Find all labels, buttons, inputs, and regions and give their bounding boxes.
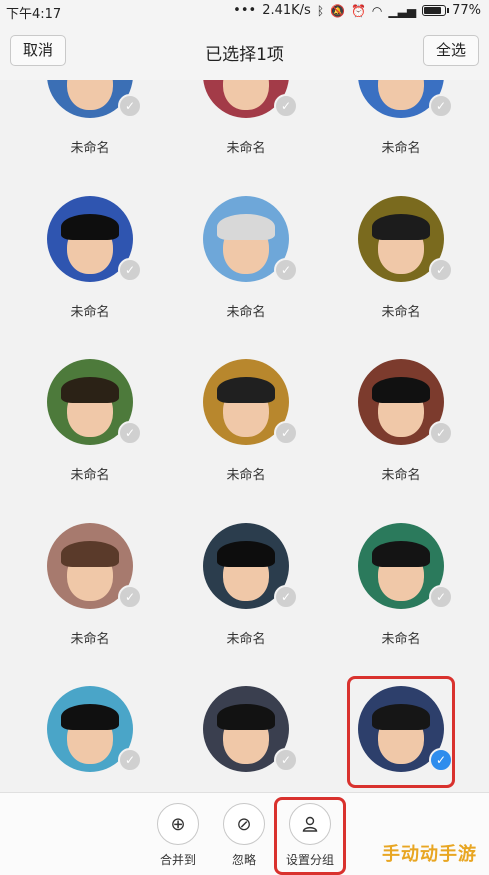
face-image bbox=[372, 214, 430, 274]
face-item[interactable]: ✓ 未命名 bbox=[30, 190, 150, 340]
face-name: 未命名 bbox=[381, 632, 421, 647]
face-name: 未命名 bbox=[70, 141, 110, 156]
unchecked-icon[interactable]: ✓ bbox=[429, 258, 453, 282]
unchecked-icon[interactable]: ✓ bbox=[274, 585, 298, 609]
face-image bbox=[372, 377, 430, 437]
face-name: 未命名 bbox=[226, 141, 266, 156]
bottom-action-bar: ⊕ 合并到 ⊘ 忽略 设置分组 手动动手游 bbox=[0, 792, 489, 875]
face-image bbox=[217, 377, 275, 437]
alarm-icon: ⏰ bbox=[350, 3, 366, 18]
signal-icon: ▁▃▅ bbox=[388, 3, 417, 18]
notification-dots: ••• bbox=[233, 3, 257, 18]
network-speed: 2.41K/s bbox=[262, 3, 311, 18]
unchecked-icon[interactable]: ✓ bbox=[429, 94, 453, 118]
status-right: ••• 2.41K/s ᛒ 🔕 ⏰ ◠ ▁▃▅ 77% bbox=[233, 3, 481, 18]
face-image bbox=[61, 377, 119, 437]
face-item[interactable]: ✓ 未命名 bbox=[341, 80, 461, 176]
battery-fill bbox=[424, 7, 442, 14]
status-bar: 下午4:17 ••• 2.41K/s ᛒ 🔕 ⏰ ◠ ▁▃▅ 77% bbox=[0, 0, 489, 22]
unchecked-icon[interactable]: ✓ bbox=[274, 748, 298, 772]
face-item[interactable]: ✓ 未命名 bbox=[341, 353, 461, 503]
unchecked-icon[interactable]: ✓ bbox=[118, 94, 142, 118]
face-image bbox=[61, 704, 119, 764]
merge-action[interactable]: ⊕ 合并到 bbox=[143, 803, 213, 868]
face-item[interactable]: ✓ 未命名 bbox=[186, 190, 306, 340]
face-item[interactable]: ✓未命名 bbox=[186, 680, 306, 792]
unchecked-icon[interactable]: ✓ bbox=[429, 421, 453, 445]
face-name: 未命名 bbox=[70, 632, 110, 647]
battery-icon bbox=[422, 5, 450, 16]
face-image bbox=[217, 541, 275, 601]
ignore-action[interactable]: ⊘ 忽略 bbox=[209, 803, 279, 868]
mute-bell-icon: 🔕 bbox=[330, 3, 345, 18]
face-item[interactable]: ✓未命名 bbox=[30, 680, 150, 792]
unchecked-icon[interactable]: ✓ bbox=[274, 258, 298, 282]
face-image bbox=[217, 704, 275, 764]
ignore-label: 忽略 bbox=[231, 853, 256, 867]
face-name: 未命名 bbox=[381, 141, 421, 156]
face-image bbox=[61, 541, 119, 601]
merge-label: 合并到 bbox=[159, 853, 196, 867]
face-image bbox=[217, 214, 275, 274]
highlight-frame-group bbox=[274, 797, 346, 875]
selection-header: 取消 已选择1项 全选 bbox=[0, 22, 489, 80]
unchecked-icon[interactable]: ✓ bbox=[274, 421, 298, 445]
unchecked-icon[interactable]: ✓ bbox=[118, 258, 142, 282]
face-image bbox=[223, 80, 269, 110]
face-name: 未命名 bbox=[70, 468, 110, 483]
face-item[interactable]: ✓ 未命名 bbox=[186, 80, 306, 176]
face-item[interactable]: ✓ 未命名 bbox=[186, 353, 306, 503]
face-item[interactable]: ✓ 未命名 bbox=[341, 190, 461, 340]
unchecked-icon[interactable]: ✓ bbox=[274, 94, 298, 118]
face-item[interactable]: ✓ 未命名 bbox=[186, 517, 306, 667]
face-grid: ✓ 未命名 ✓ 未命名 ✓ 未命名 ✓ 未命名 ✓ 未命名 ✓ 未命名 ✓ 未命名 ✓ 未命名 ✓ 未命名 ✓ 未命名… bbox=[0, 80, 489, 792]
add-circle-icon: ⊕ bbox=[157, 803, 199, 845]
battery-percent: 77% bbox=[452, 3, 481, 18]
wifi-icon: ◠ bbox=[371, 3, 383, 18]
face-image bbox=[67, 80, 113, 110]
ignore-icon: ⊘ bbox=[223, 803, 265, 845]
face-item[interactable]: ✓ 未命名 bbox=[341, 517, 461, 667]
highlight-frame-selected bbox=[347, 676, 455, 788]
face-item[interactable]: ✓ 未命名 bbox=[30, 80, 150, 176]
watermark: 手动动手游 bbox=[382, 844, 477, 865]
unchecked-icon[interactable]: ✓ bbox=[118, 585, 142, 609]
status-time: 下午4:17 bbox=[6, 7, 62, 22]
select-all-button[interactable]: 全选 bbox=[422, 35, 479, 66]
unchecked-icon[interactable]: ✓ bbox=[429, 585, 453, 609]
face-name: 未命名 bbox=[381, 305, 421, 320]
face-name: 未命名 bbox=[226, 305, 266, 320]
face-item[interactable]: ✓ 未命名 bbox=[30, 353, 150, 503]
face-name: 未命名 bbox=[381, 468, 421, 483]
face-name: 未命名 bbox=[70, 305, 110, 320]
face-item[interactable]: ✓ 未命名 bbox=[30, 517, 150, 667]
page-title: 已选择1项 bbox=[205, 45, 284, 65]
face-name: 未命名 bbox=[226, 468, 266, 483]
face-image bbox=[61, 214, 119, 274]
bluetooth-icon: ᛒ bbox=[316, 3, 325, 18]
unchecked-icon[interactable]: ✓ bbox=[118, 748, 142, 772]
unchecked-icon[interactable]: ✓ bbox=[118, 421, 142, 445]
face-image bbox=[378, 80, 424, 110]
face-image bbox=[372, 541, 430, 601]
face-name: 未命名 bbox=[226, 632, 266, 647]
